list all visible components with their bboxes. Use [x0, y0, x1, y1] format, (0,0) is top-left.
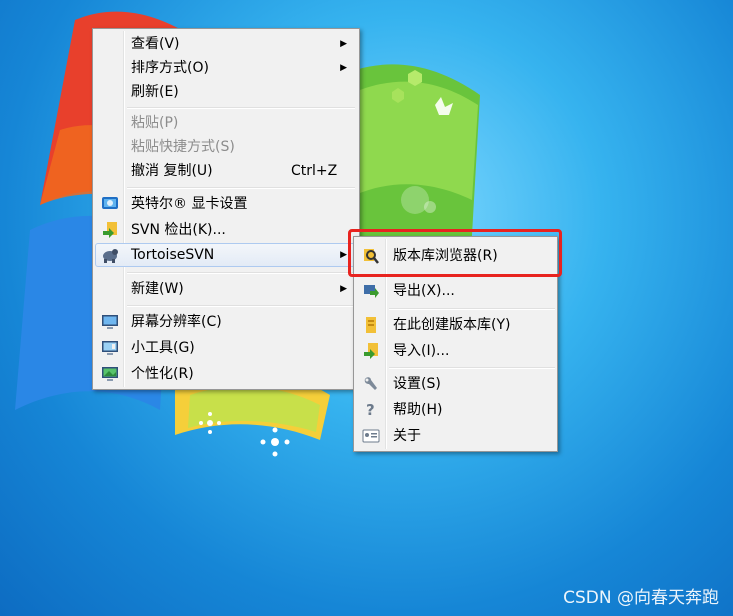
desktop-context-menu: 查看(V) ▶ 排序方式(O) ▶ 刷新(E) 粘贴(P) 粘贴快捷方式(S) …: [92, 28, 360, 390]
about-icon: [362, 429, 380, 443]
tortoisesvn-icon: [103, 249, 118, 263]
submenu-item-settings[interactable]: 设置(S): [356, 372, 555, 396]
menu-item-refresh[interactable]: 刷新(E): [95, 80, 357, 104]
submenu-arrow-icon: ▶: [340, 39, 347, 49]
menu-item-screen-resolution[interactable]: 屏幕分辨率(C): [95, 310, 357, 334]
menu-item-gadgets[interactable]: 小工具(G): [95, 336, 357, 360]
personalize-icon: [102, 367, 118, 381]
submenu-item-create-repo[interactable]: 在此创建版本库(Y): [356, 313, 555, 337]
export-icon: [364, 285, 379, 298]
menu-separator: [127, 305, 355, 307]
menu-item-undo-copy[interactable]: 撤消 复制(U) Ctrl+Z: [95, 159, 357, 183]
svg-text:?: ?: [366, 401, 375, 419]
help-icon: ?: [366, 401, 375, 419]
menu-item-tortoisesvn[interactable]: TortoiseSVN ▶: [95, 243, 357, 267]
undo-shortcut: Ctrl+Z: [291, 163, 338, 179]
menu-separator: [127, 272, 355, 274]
submenu-arrow-icon: ▶: [340, 250, 347, 260]
menu-item-personalize[interactable]: 个性化(R): [95, 362, 357, 386]
menu-separator: [127, 187, 355, 189]
settings-icon: [364, 377, 377, 390]
intel-graphics-icon: [102, 197, 118, 209]
submenu-item-import[interactable]: 导入(I)...: [356, 339, 555, 363]
menu-item-paste-shortcut: 粘贴快捷方式(S): [131, 139, 235, 155]
import-icon: [364, 343, 378, 359]
submenu-item-export[interactable]: 导出(X)...: [356, 279, 555, 303]
submenu-arrow-icon: ▶: [340, 284, 347, 294]
submenu-item-help[interactable]: ? 帮助(H): [356, 398, 555, 422]
submenu-arrow-icon: ▶: [340, 63, 347, 73]
menu-separator: [389, 308, 555, 310]
menu-item-paste: 粘贴(P): [131, 115, 179, 131]
red-highlight-box: [348, 229, 562, 277]
create-repo-icon: [366, 317, 376, 333]
menu-item-view[interactable]: 查看(V) ▶: [95, 32, 357, 56]
menu-separator: [389, 367, 555, 369]
menu-separator: [127, 107, 355, 109]
menu-item-sort-by[interactable]: 排序方式(O) ▶: [95, 56, 357, 80]
svn-checkout-icon: [103, 222, 117, 238]
csdn-watermark: CSDN @向春天奔跑: [563, 588, 719, 608]
menu-item-new[interactable]: 新建(W) ▶: [95, 277, 357, 301]
menu-item-intel-graphics[interactable]: 英特尔® 显卡设置: [95, 192, 357, 216]
screen-resolution-icon: [102, 315, 118, 329]
gadgets-icon: [102, 341, 118, 355]
submenu-item-about[interactable]: 关于: [356, 424, 555, 448]
menu-item-svn-checkout[interactable]: SVN 检出(K)...: [95, 218, 357, 242]
